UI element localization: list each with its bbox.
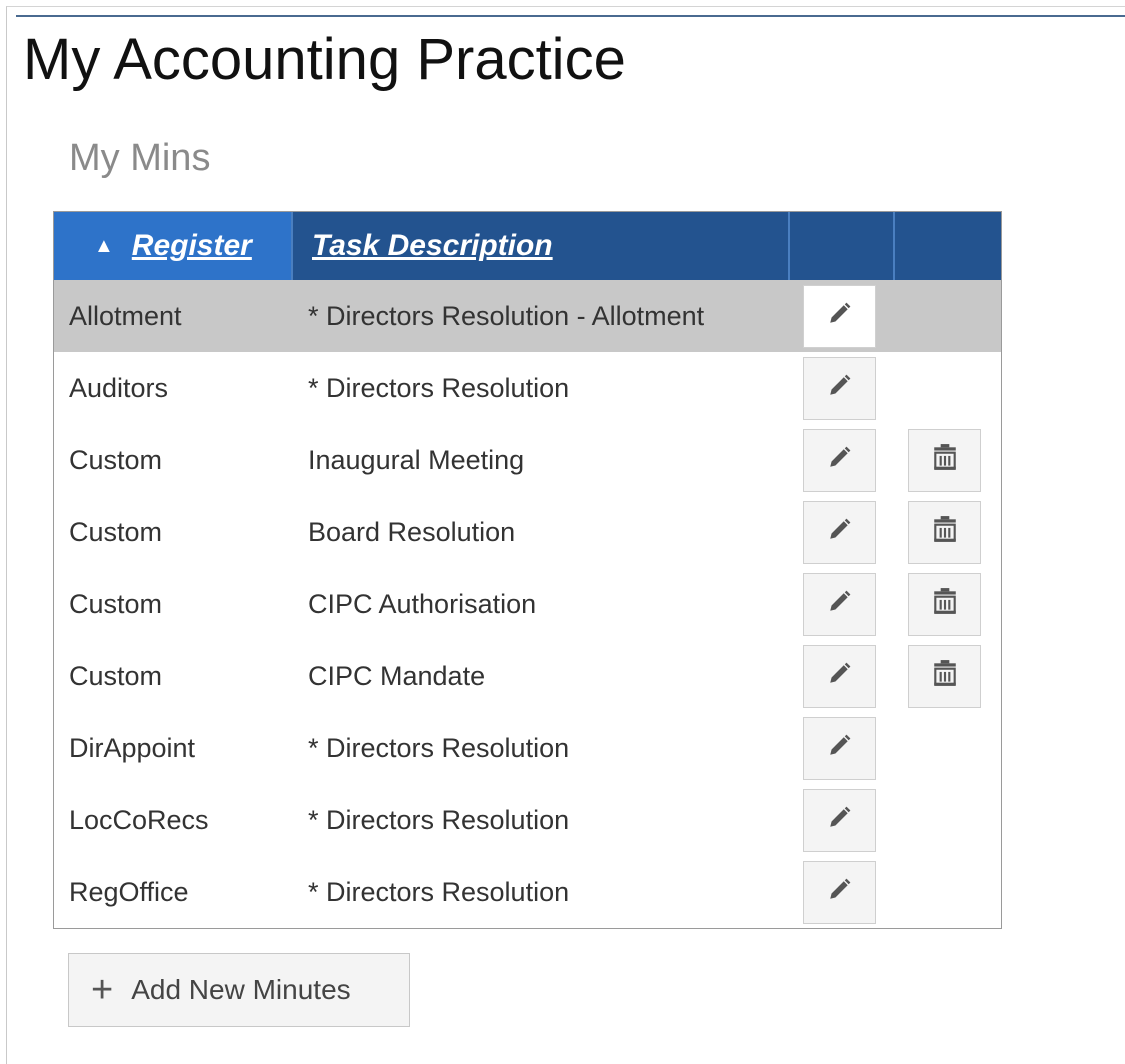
cell-register: Custom xyxy=(69,588,163,619)
add-new-minutes-label: Add New Minutes xyxy=(131,974,351,1005)
edit-button[interactable] xyxy=(803,860,876,924)
column-header-edit xyxy=(789,212,895,280)
edit-button[interactable] xyxy=(803,716,876,780)
edit-button[interactable] xyxy=(803,356,876,420)
edit-button[interactable] xyxy=(803,788,876,852)
page-title: My Accounting Practice xyxy=(23,27,626,92)
cell-task-description: * Directors Resolution xyxy=(308,732,570,763)
trash-icon xyxy=(932,443,958,478)
pencil-icon xyxy=(827,300,853,333)
plus-icon: + xyxy=(91,969,114,1011)
column-header-register[interactable]: ▲ Register xyxy=(54,212,293,280)
add-new-minutes-button[interactable]: + Add New Minutes xyxy=(68,953,410,1027)
cell-edit xyxy=(789,856,894,928)
cell-edit xyxy=(789,280,894,352)
cell-edit xyxy=(789,568,894,640)
table-row[interactable]: LocCoRecs * Directors Resolution xyxy=(54,784,1001,856)
cell-edit xyxy=(789,424,894,496)
column-header-task-description-link[interactable]: Task Description xyxy=(312,229,553,263)
cell-task-description: Inaugural Meeting xyxy=(308,444,525,475)
column-header-delete xyxy=(894,212,1001,280)
cell-register: Custom xyxy=(69,660,163,691)
edit-button[interactable] xyxy=(803,284,876,348)
pencil-icon xyxy=(827,588,853,621)
pencil-icon xyxy=(827,660,853,693)
cell-register: Auditors xyxy=(69,372,169,403)
cell-register: DirAppoint xyxy=(69,732,196,763)
column-header-task-description[interactable]: Task Description xyxy=(292,212,790,280)
table-row[interactable]: RegOffice * Directors Resolution xyxy=(54,856,1001,928)
grid-header-row: ▲ Register Task Description xyxy=(54,212,1001,280)
section-title: My Mins xyxy=(69,137,211,179)
minutes-table: ▲ Register Task Description Allotment * D… xyxy=(54,212,1001,928)
table-row[interactable]: Custom CIPC Authorisation xyxy=(54,568,1001,640)
sort-ascending-icon: ▲ xyxy=(94,234,114,257)
table-row[interactable]: Allotment * Directors Resolution - Allotm… xyxy=(54,280,1001,352)
table-row[interactable]: Custom Inaugural Meeting xyxy=(54,424,1001,496)
cell-task-description: CIPC Authorisation xyxy=(308,588,537,619)
cell-register: Custom xyxy=(69,444,163,475)
cell-task-description: * Directors Resolution - Allotment xyxy=(292,280,789,352)
cell-delete xyxy=(894,712,1001,784)
cell-task-description: * Directors Resolution xyxy=(308,876,570,907)
cell-delete xyxy=(894,352,1001,424)
table-row[interactable]: Custom Board Resolution xyxy=(54,496,1001,568)
grid-body: Allotment * Directors Resolution - Allotm… xyxy=(54,280,1001,928)
cell-delete xyxy=(894,280,1001,352)
cell-delete xyxy=(894,496,1001,568)
top-divider xyxy=(16,15,1125,17)
cell-delete xyxy=(894,640,1001,712)
pencil-icon xyxy=(827,444,853,477)
cell-edit xyxy=(789,640,894,712)
cell-delete xyxy=(894,784,1001,856)
delete-button[interactable] xyxy=(908,428,981,492)
cell-delete xyxy=(894,568,1001,640)
cell-register: RegOffice xyxy=(69,876,189,907)
delete-button[interactable] xyxy=(908,644,981,708)
edit-button[interactable] xyxy=(803,644,876,708)
cell-register: Allotment xyxy=(54,280,292,352)
table-row[interactable]: Auditors * Directors Resolution xyxy=(54,352,1001,424)
pencil-icon xyxy=(827,516,853,549)
edit-button[interactable] xyxy=(803,428,876,492)
cell-edit xyxy=(789,784,894,856)
pencil-icon xyxy=(827,804,853,837)
cell-edit xyxy=(789,712,894,784)
cell-delete xyxy=(894,424,1001,496)
trash-icon xyxy=(932,515,958,550)
pencil-icon xyxy=(827,372,853,405)
trash-icon xyxy=(932,659,958,694)
table-row[interactable]: Custom CIPC Mandate xyxy=(54,640,1001,712)
cell-task-description: * Directors Resolution xyxy=(308,804,570,835)
cell-register: LocCoRecs xyxy=(69,804,209,835)
cell-register: Custom xyxy=(69,516,163,547)
cell-edit xyxy=(789,496,894,568)
edit-button[interactable] xyxy=(803,572,876,636)
cell-delete xyxy=(894,856,1001,928)
delete-button[interactable] xyxy=(908,500,981,564)
edit-button[interactable] xyxy=(803,500,876,564)
trash-icon xyxy=(932,587,958,622)
cell-edit xyxy=(789,352,894,424)
minutes-grid: ▲ Register Task Description Allotment * D… xyxy=(53,211,1002,929)
cell-task-description: Board Resolution xyxy=(308,516,516,547)
column-header-register-link[interactable]: Register xyxy=(132,229,252,263)
table-row[interactable]: DirAppoint * Directors Resolution xyxy=(54,712,1001,784)
pencil-icon xyxy=(827,732,853,765)
delete-button[interactable] xyxy=(908,572,981,636)
cell-task-description: CIPC Mandate xyxy=(308,660,486,691)
cell-task-description: * Directors Resolution xyxy=(308,372,570,403)
pencil-icon xyxy=(827,876,853,909)
